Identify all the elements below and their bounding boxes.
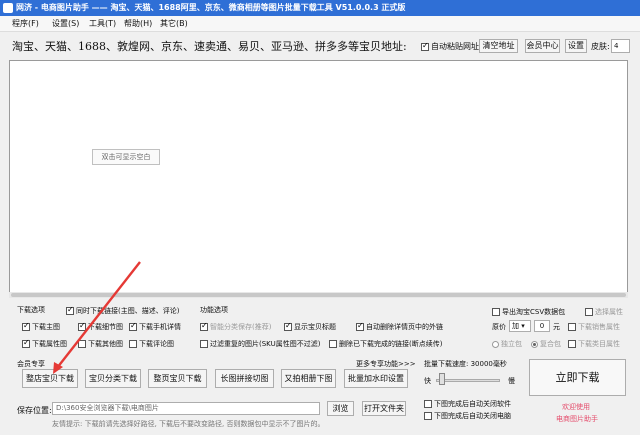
download-detail-image-option[interactable]: 下载细节图 xyxy=(78,321,123,332)
download-main-image-option[interactable]: 下载主图 xyxy=(22,321,60,332)
download-other-image-option[interactable]: 下载其他图 xyxy=(78,339,123,349)
download-review-image-option[interactable]: 下载评论图 xyxy=(129,339,174,349)
export-csv-checkbox[interactable] xyxy=(492,308,500,316)
smart-classify-checkbox xyxy=(200,321,208,331)
settings-button[interactable]: 设置 xyxy=(565,39,587,53)
long-image-stitch-button[interactable]: 长图拼接切图 xyxy=(215,369,274,388)
combo-pack-radio xyxy=(531,340,538,348)
combo-pack-option: 复合包 xyxy=(531,339,561,349)
price-unit: 元 xyxy=(553,323,560,331)
browse-button[interactable]: 浏览 xyxy=(327,401,354,416)
sales-attr-checkbox xyxy=(568,323,576,331)
filter-duplicates-checkbox[interactable] xyxy=(200,340,208,348)
delete-completed-links-option[interactable]: 删除已下载完成的链接(断点续传) xyxy=(329,339,442,349)
skin-value: 4 xyxy=(614,42,619,50)
export-csv-option[interactable]: 导出淘宝CSV数据包 xyxy=(492,307,565,317)
download-attr-image-checkbox[interactable] xyxy=(22,338,30,348)
window-title: 网济 - 电商图片助手 —— 淘宝、天猫、1688阿里、京东、微商相册等图片批量… xyxy=(16,3,406,12)
app-logo-icon xyxy=(3,3,13,13)
batch-watermark-button[interactable]: 批量加水印设置 xyxy=(344,369,408,388)
horizontal-scrollbar[interactable] xyxy=(9,292,628,298)
download-detail-image-checkbox[interactable] xyxy=(78,321,86,331)
speed-slow-label: 慢 xyxy=(508,377,515,385)
show-title-checkbox[interactable] xyxy=(284,321,292,331)
scrollbar-thumb[interactable] xyxy=(11,293,626,297)
more-features-link[interactable]: 更多专享功能>>> xyxy=(356,359,416,369)
menu-item-other[interactable]: 其它(B) xyxy=(160,18,188,29)
auto-paste-option[interactable]: 自动粘贴网址 xyxy=(421,41,479,52)
double-click-blank-hint[interactable]: 双击可显示空白 xyxy=(92,149,160,165)
delete-completed-links-checkbox[interactable] xyxy=(329,340,337,348)
member-center-button[interactable]: 会员中心 xyxy=(525,39,560,53)
menu-item-settings[interactable]: 设置(S) xyxy=(52,18,79,29)
member-panel-title: 会员专享 xyxy=(17,360,45,368)
auto-close-software-option[interactable]: 下图完成后自动关闭软件 xyxy=(424,399,511,409)
download-options-title: 下载选项 xyxy=(17,306,45,314)
select-attr-checkbox xyxy=(585,308,593,316)
start-download-button[interactable]: 立即下载 xyxy=(529,359,626,396)
whole-page-download-button[interactable]: 整页宝贝下载 xyxy=(148,369,207,388)
address-label: 淘宝、天猫、1688、敦煌网、京东、速卖通、易贝、亚马逊、拼多多等宝贝地址: xyxy=(12,40,407,53)
open-folder-button[interactable]: 打开文件夹 xyxy=(362,401,406,416)
yupoo-album-download-button[interactable]: 又拍相册下图 xyxy=(281,369,336,388)
menu-bar: 程序(F) 设置(S) 工具(T) 帮助(H) 其它(B) xyxy=(0,16,640,32)
download-mobile-detail-option[interactable]: 下载手机详情 xyxy=(129,321,181,332)
clear-address-button[interactable]: 清空地址 xyxy=(479,39,518,53)
save-location-label: 保存位置: xyxy=(17,406,52,415)
tip-text: 友情提示: 下载前请先选择好路径, 下载后不要改变路径, 否则数据包中显示不了图… xyxy=(52,420,325,428)
filter-duplicates-option[interactable]: 过滤重复的图片(SKU属性图不过滤) xyxy=(200,339,320,349)
single-pack-option: 独立包 xyxy=(492,339,522,349)
smart-classify-option: 智能分类保存(推荐) xyxy=(200,321,271,332)
download-attr-image-option[interactable]: 下载属性图 xyxy=(22,338,67,349)
auto-shutdown-option[interactable]: 下图完成后自动关闭电脑 xyxy=(424,411,511,421)
speed-label: 批量下载速度: 30000毫秒 xyxy=(424,360,507,368)
speed-slider-thumb[interactable] xyxy=(438,373,445,385)
sales-attr-option: 下载销售属性 xyxy=(568,322,620,332)
function-options-title: 功能选项 xyxy=(200,306,228,314)
price-label: 原价 xyxy=(492,323,506,331)
save-path-input[interactable]: D:\360安全浏览器下载\电商图片 xyxy=(52,402,320,415)
remove-external-links-option[interactable]: 自动删除详情页中的外链 xyxy=(356,321,443,332)
whole-shop-download-button[interactable]: 整店宝贝下载 xyxy=(22,369,78,388)
menu-item-program[interactable]: 程序(F) xyxy=(12,18,39,29)
auto-close-software-checkbox[interactable] xyxy=(424,400,432,408)
category-attr-option: 下载类目属性 xyxy=(568,339,620,349)
menu-item-tools[interactable]: 工具(T) xyxy=(89,18,116,29)
title-bar: 网济 - 电商图片助手 —— 淘宝、天猫、1688阿里、京东、微商相册等图片批量… xyxy=(0,0,640,16)
download-links-checkbox[interactable] xyxy=(66,305,74,315)
category-download-button[interactable]: 宝贝分类下载 xyxy=(85,369,141,388)
download-review-image-checkbox[interactable] xyxy=(129,340,137,348)
download-mobile-detail-checkbox[interactable] xyxy=(129,321,137,331)
promo-app-name[interactable]: 电商图片助手 xyxy=(556,414,598,424)
remove-external-links-checkbox[interactable] xyxy=(356,321,364,331)
select-attr-option: 选择属性 xyxy=(585,307,623,317)
download-other-image-checkbox[interactable] xyxy=(78,340,86,348)
menu-item-help[interactable]: 帮助(H) xyxy=(124,18,152,29)
address-bar: 淘宝、天猫、1688、敦煌网、京东、速卖通、易贝、亚马逊、拼多多等宝贝地址: 自… xyxy=(0,33,640,59)
speed-slider-track[interactable] xyxy=(436,379,500,382)
speed-fast-label: 快 xyxy=(424,377,431,385)
category-attr-checkbox xyxy=(568,340,576,348)
link-list-area[interactable] xyxy=(9,60,628,296)
auto-paste-checkbox[interactable] xyxy=(421,41,429,51)
single-pack-radio xyxy=(492,340,499,348)
show-title-option[interactable]: 显示宝贝标题 xyxy=(284,321,336,332)
auto-shutdown-checkbox[interactable] xyxy=(424,412,432,420)
download-links-option[interactable]: 同时下载链接(主图、描述、评论) xyxy=(66,305,179,316)
price-value-input[interactable]: 0 xyxy=(534,320,550,332)
skin-spinner[interactable]: 4 xyxy=(611,39,630,53)
price-op-select[interactable]: 加 ▾ xyxy=(509,320,531,332)
skin-label: 皮肤: xyxy=(591,42,610,51)
download-main-image-checkbox[interactable] xyxy=(22,321,30,331)
promo-welcome: 欢迎使用 xyxy=(562,403,590,411)
